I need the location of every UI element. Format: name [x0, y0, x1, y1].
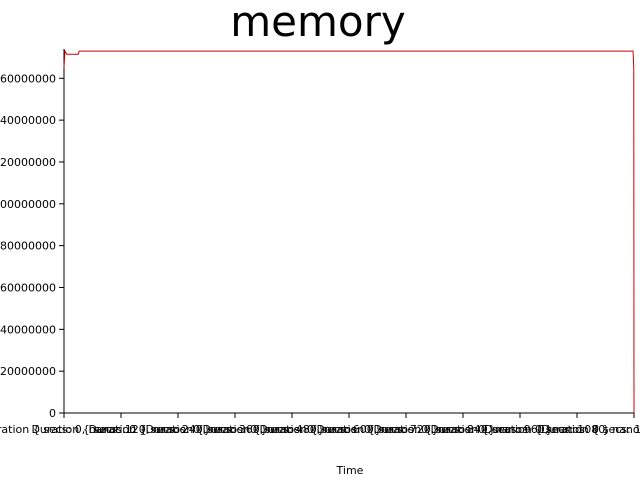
y-tick-label: 80000000	[0, 240, 56, 253]
y-tick-label: 120000000	[0, 156, 56, 169]
plot-area: 0 20000000 40000000 60000000 80000000 1000000…	[0, 49, 640, 436]
x-tick-label: Duration { secs: 1200, nanos: 0 }	[541, 423, 640, 436]
y-tick-label: 60000000	[0, 281, 56, 294]
x-axis-label: Time	[336, 464, 364, 477]
y-tick-label: 0	[49, 407, 56, 420]
memory-chart: memory 0 20000000 40000000 60000000 80000000…	[0, 0, 640, 477]
y-tick-label: 40000000	[0, 323, 56, 336]
y-tick-label: 100000000	[0, 198, 56, 211]
chart-title: memory	[230, 0, 406, 46]
y-tick-label: 140000000	[0, 114, 56, 127]
series-line-0	[63, 49, 635, 414]
y-tick-label: 20000000	[0, 365, 56, 378]
y-tick-label: 160000000	[0, 72, 56, 85]
